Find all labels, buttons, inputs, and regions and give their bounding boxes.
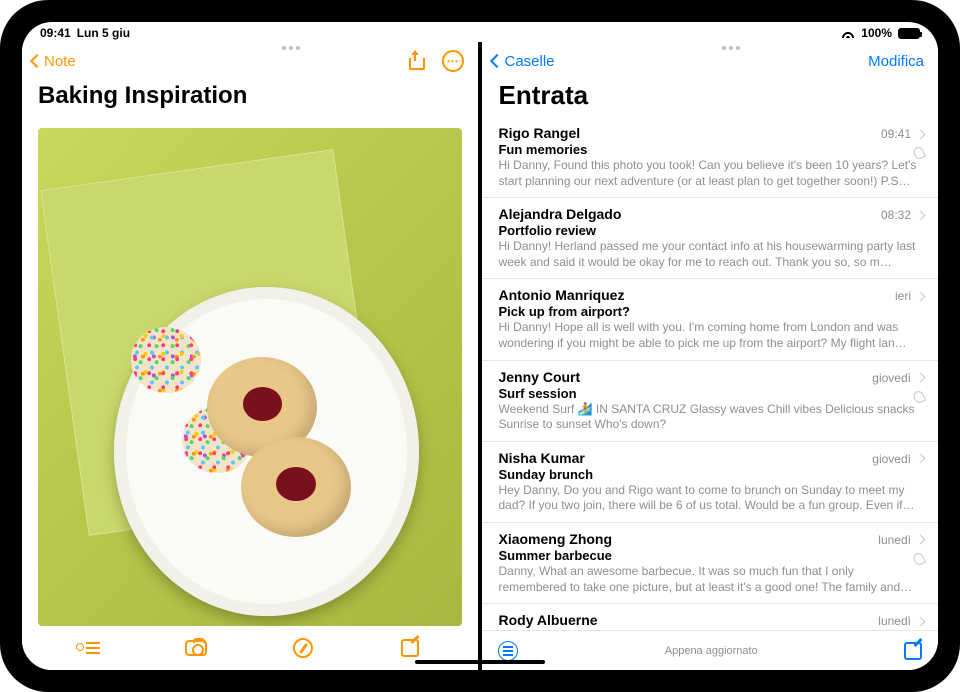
chevron-left-icon (490, 54, 504, 68)
filter-button[interactable] (498, 641, 518, 661)
chevron-right-icon (916, 291, 926, 301)
mail-subject: Sunday brunch (498, 467, 924, 482)
home-indicator[interactable] (415, 660, 545, 664)
mail-item[interactable]: Xiaomeng Zhong lunedìSummer barbecueDanny… (482, 523, 938, 604)
mail-subject: Surf session (498, 386, 924, 401)
notes-back-label: Note (44, 53, 76, 70)
mail-edit-button[interactable]: Modifica (868, 53, 924, 70)
mail-sender: Xiaomeng Zhong (498, 531, 612, 547)
notes-back-button[interactable]: Note (32, 53, 76, 70)
multitask-dots-right[interactable] (722, 46, 740, 50)
more-button[interactable]: ⋯ (442, 50, 464, 72)
new-note-button[interactable] (401, 639, 419, 657)
chevron-right-icon (916, 129, 926, 139)
status-bar: 09:41 Lun 5 giu 100% (22, 22, 938, 42)
mail-status-text: Appena aggiornato (665, 645, 758, 657)
split-view: Note ⋯ Baking Inspiration (22, 42, 938, 670)
chevron-right-icon (916, 210, 926, 220)
chevron-right-icon (916, 454, 926, 464)
chevron-right-icon (916, 616, 926, 626)
mail-app: Caselle Modifica Entrata Rigo Rangel 09:4… (482, 42, 938, 670)
compose-mail-button[interactable] (904, 642, 922, 660)
notes-app: Note ⋯ Baking Inspiration (22, 42, 478, 670)
mail-preview: Hi Danny! Hope all is well with you. I'm… (498, 320, 924, 351)
mail-time: lunedì (878, 533, 911, 547)
notes-nav: Note ⋯ (22, 42, 478, 78)
mail-preview: Hi Danny! Herland passed me your contact… (498, 239, 924, 270)
chevron-right-icon (916, 535, 926, 545)
chevron-right-icon (916, 373, 926, 383)
mail-sender: Jenny Court (498, 369, 580, 385)
mailboxes-back-button[interactable]: Caselle (492, 53, 554, 70)
mail-item[interactable]: Nisha Kumar giovedìSunday brunchHey Danny… (482, 442, 938, 523)
mail-preview: Hi Danny, Found this photo you took! Can… (498, 158, 924, 189)
mail-list[interactable]: Rigo Rangel 09:41Fun memoriesHi Danny, Fo… (482, 117, 938, 630)
wifi-icon (841, 28, 855, 38)
mail-nav: Caselle Modifica (482, 42, 938, 78)
mail-subject: Portfolio review (498, 223, 924, 238)
ipad-frame: 09:41 Lun 5 giu 100% Note (0, 0, 960, 692)
multitask-dots-left[interactable] (282, 46, 300, 50)
mail-subject: Pick up from airport? (498, 304, 924, 319)
battery-icon (898, 28, 920, 39)
mail-sender: Nisha Kumar (498, 450, 584, 466)
mail-sender: Rigo Rangel (498, 125, 580, 141)
mail-time: ieri (895, 289, 911, 303)
markup-button[interactable] (293, 638, 313, 658)
mail-time: giovedì (872, 371, 911, 385)
inbox-title: Entrata (482, 78, 938, 117)
mail-item[interactable]: Alejandra Delgado 08:32Portfolio reviewHi… (482, 198, 938, 279)
mail-sender: Rody Albuerne (498, 612, 597, 628)
mail-item[interactable]: Antonio Manriquez ieriPick up from airpor… (482, 279, 938, 360)
note-title: Baking Inspiration (22, 78, 478, 120)
battery-percent: 100% (861, 26, 892, 40)
mail-item[interactable]: Rody Albuerne lunedìBaking workshop (482, 604, 938, 630)
share-button[interactable] (406, 52, 424, 70)
mail-sender: Alejandra Delgado (498, 206, 621, 222)
notes-toolbar (22, 626, 478, 670)
mail-item[interactable]: Rigo Rangel 09:41Fun memoriesHi Danny, Fo… (482, 117, 938, 198)
mail-subject: Baking workshop (498, 629, 924, 630)
status-time: 09:41 (40, 26, 71, 40)
mail-toolbar: Appena aggiornato (482, 630, 938, 670)
mail-time: 09:41 (881, 127, 911, 141)
mail-back-label: Caselle (504, 53, 554, 70)
status-date: Lun 5 giu (77, 26, 130, 40)
mail-time: lunedì (878, 614, 911, 628)
mail-item[interactable]: Jenny Court giovedìSurf sessionWeekend Su… (482, 361, 938, 442)
mail-time: giovedì (872, 452, 911, 466)
mail-preview: Hey Danny, Do you and Rigo want to come … (498, 483, 924, 514)
image-cookie-sprinkle (131, 327, 201, 393)
camera-button[interactable] (185, 640, 207, 656)
mail-time: 08:32 (881, 208, 911, 222)
image-cookie-jam (241, 437, 351, 537)
mail-preview: Danny, What an awesome barbecue. It was … (498, 564, 924, 595)
mail-sender: Antonio Manriquez (498, 287, 624, 303)
checklist-button[interactable] (78, 637, 100, 659)
mail-preview: Weekend Surf 🏄 IN SANTA CRUZ Glassy wave… (498, 402, 924, 433)
chevron-left-icon (30, 54, 44, 68)
note-attached-image[interactable] (38, 128, 462, 626)
mail-subject: Summer barbecue (498, 548, 924, 563)
mail-subject: Fun memories (498, 142, 924, 157)
screen: 09:41 Lun 5 giu 100% Note (22, 22, 938, 670)
